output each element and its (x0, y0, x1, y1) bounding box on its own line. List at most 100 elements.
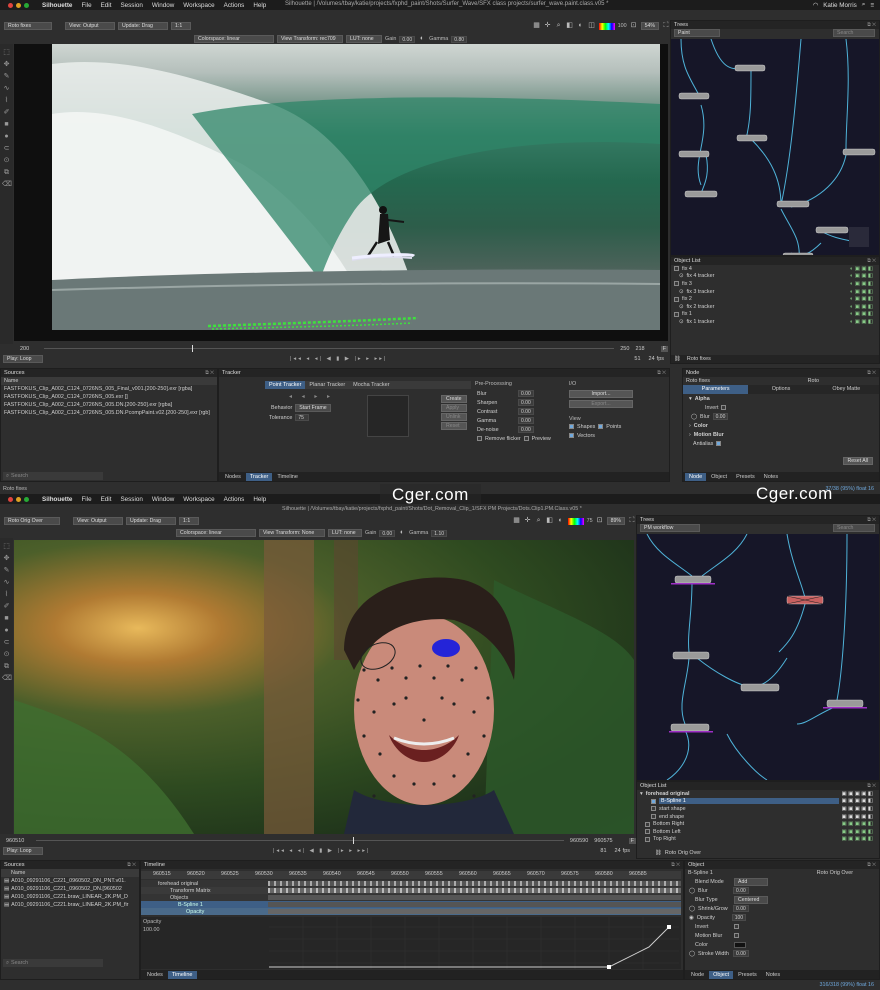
list-item[interactable]: end shape ▣ ▣ ▣ ▣ ◧ (637, 813, 879, 821)
mask-icon[interactable]: ◐ (577, 22, 585, 30)
portrait-frame[interactable] (14, 540, 634, 834)
view-dropdown[interactable]: View: Output (65, 22, 115, 30)
keyframe-icon[interactable]: ◉ (689, 915, 694, 921)
view-transform-dropdown[interactable]: View Transform: None (259, 529, 325, 537)
tab-nodes[interactable]: Nodes (221, 473, 245, 481)
tab-timeline[interactable]: Timeline (167, 970, 197, 979)
panel-controls-icon[interactable]: ⧉ ✕ (657, 370, 666, 376)
menu-window[interactable]: Window (152, 2, 174, 9)
menu-edit[interactable]: Edit (101, 496, 112, 503)
menu-session[interactable]: Session (120, 496, 142, 503)
list-item[interactable]: ▤ A010_09291106_C221.braw_LINEAR_2K.PM_fi… (1, 901, 139, 909)
tree-dropdown[interactable]: Paint (674, 29, 720, 37)
tab-presets[interactable]: Presets (734, 971, 761, 979)
panel-controls-icon[interactable]: ⧉ ✕ (867, 517, 876, 523)
current-frame[interactable]: 960575 (594, 838, 612, 844)
invert-checkbox[interactable] (721, 405, 727, 410)
crosshair-icon[interactable]: ✛ (544, 22, 552, 30)
colorspace-dropdown[interactable]: Colorspace: linear (176, 529, 256, 537)
blur-input[interactable]: 0.00 (518, 390, 534, 397)
play-mode-dropdown[interactable]: Play: Loop (3, 846, 43, 855)
last-keyframe-icon[interactable]: F (660, 345, 668, 352)
rectangle-tool-icon[interactable]: ■ (2, 120, 11, 129)
tolerance-input[interactable]: 75 (295, 414, 310, 421)
remove-flicker-checkbox[interactable] (477, 436, 482, 441)
eraser-tool-icon[interactable]: ⌫ (2, 180, 12, 189)
node-graph[interactable] (671, 39, 879, 255)
fps-value[interactable]: 24 (649, 356, 655, 362)
timeline-ruler[interactable]: 960515 960520 960525 960530 960535 96054… (141, 871, 681, 879)
list-item[interactable]: fix 2 ◐ ▣ ▣ ◧ (671, 295, 879, 303)
tab-point-tracker[interactable]: Point Tracker (265, 381, 306, 389)
close-dot[interactable] (8, 496, 13, 502)
tab-notes[interactable]: Notes (760, 473, 782, 481)
panel-controls-icon[interactable]: ⧉ ✕ (205, 370, 214, 376)
magnify-icon[interactable]: ⌕ (555, 22, 563, 30)
export-button[interactable]: Export... (569, 400, 633, 408)
grid-icon[interactable]: ▦ (533, 22, 541, 30)
last-keyframe-icon[interactable]: F (628, 837, 636, 844)
sharpen-input[interactable]: 0.00 (518, 399, 534, 406)
list-item[interactable]: Bottom Right ▣ ▣ ▣ ▣ ◧ (637, 820, 879, 828)
transport-controls[interactable]: |◂◂ ◂ ◂| ◀ ▮ ▶ |▸ ▸ ▸▸| (290, 356, 388, 362)
color-swatch[interactable] (734, 941, 746, 948)
magnet-tool-icon[interactable]: ⊂ (2, 144, 11, 153)
track-row[interactable]: Objects (141, 894, 681, 901)
transform-tool-icon[interactable]: ✥ (2, 554, 11, 563)
list-item[interactable]: FASTFOKUS_Clip_A002_C124_0726NS_005.DN.P… (1, 409, 217, 417)
track-row[interactable]: Opacity (141, 908, 681, 915)
list-item[interactable]: fix 4 ◐ ▣ ▣ ◧ (671, 265, 879, 273)
sources-column-header[interactable]: Name (1, 869, 139, 877)
lut-dropdown[interactable]: LUT: none (328, 529, 362, 537)
tab-notes[interactable]: Notes (762, 971, 784, 979)
fullscreen-icon[interactable]: ⛶ (662, 22, 670, 30)
track-row[interactable]: B-Spline 1 (141, 901, 681, 908)
scrub-track[interactable] (44, 345, 615, 352)
keyframe-strip[interactable] (268, 881, 681, 886)
reset-button[interactable]: Reset (441, 422, 467, 430)
apply-button[interactable]: Apply (441, 404, 467, 412)
pen-tool-icon[interactable]: ✎ (2, 566, 11, 575)
panel-controls-icon[interactable]: ⧉ ✕ (127, 862, 136, 868)
panel-controls-icon[interactable]: ⧉ ✕ (867, 370, 876, 376)
sources-search[interactable]: ⌕ Search (3, 472, 103, 480)
list-item[interactable]: ⊙ fix 2 tracker ◐ ▣ ▣ ◧ (671, 303, 879, 311)
fps-value[interactable]: 24 (615, 848, 621, 854)
blend-mode-dropdown[interactable]: Add (734, 877, 768, 886)
keyframe-icon[interactable]: ◯ (691, 414, 697, 420)
color-bars-icon[interactable] (567, 517, 584, 525)
tab-parameters[interactable]: Parameters (683, 385, 749, 394)
list-item[interactable]: FASTFOKUS_Clip_A002_C124_0726NS_005_Fina… (1, 385, 217, 393)
shrink-grow-input[interactable]: 0.00 (733, 905, 749, 912)
transform-tool-icon[interactable]: ✥ (2, 60, 11, 69)
menu-help[interactable]: Help (253, 2, 266, 9)
gamma-input[interactable]: 0.00 (518, 417, 534, 424)
end-frame[interactable]: 81 (600, 848, 606, 854)
menu-edit[interactable]: Edit (101, 2, 112, 9)
list-item[interactable]: fix 1 ◐ ▣ ▣ ◧ (671, 311, 879, 319)
stroke-width-input[interactable]: 0.00 (733, 950, 749, 957)
overlay-icon[interactable]: ◫ (588, 22, 596, 30)
panel-controls-icon[interactable]: ⧉ ✕ (867, 783, 876, 789)
magnify-icon[interactable]: ⌕ (535, 517, 543, 525)
menu-file[interactable]: File (81, 496, 91, 503)
xspline-tool-icon[interactable]: ⌇ (2, 590, 11, 599)
xspline-tool-icon[interactable]: ⌇ (2, 96, 11, 105)
preview-checkbox[interactable] (523, 436, 529, 441)
menu-workspace[interactable]: Workspace (183, 2, 214, 9)
points-checkbox[interactable] (598, 424, 604, 429)
scrub-track[interactable] (36, 837, 564, 844)
pen-tool-icon[interactable]: ✎ (2, 72, 11, 81)
object-flags-icon[interactable]: ◐ ▣ ▣ ◧ (850, 266, 873, 272)
gamma-input[interactable]: 1.10 (431, 529, 448, 537)
contrast-icon[interactable]: ◐ (398, 529, 406, 537)
search-icon[interactable]: ⌕ (862, 1, 866, 9)
track-row[interactable]: forehead original (141, 880, 681, 887)
shapes-checkbox[interactable] (569, 424, 574, 429)
list-item[interactable]: B-Spline 1 ▣ ▣ ▣ ▣ ◧ (637, 798, 879, 806)
panel-controls-icon[interactable]: ⧉ ✕ (671, 862, 680, 868)
denoise-input[interactable]: 0.00 (518, 426, 534, 433)
sources-column-header[interactable]: Name (1, 377, 217, 385)
keyframe-icon[interactable]: ◯ (689, 906, 695, 912)
node-dropdown[interactable]: Roto Orig Over (4, 517, 60, 525)
